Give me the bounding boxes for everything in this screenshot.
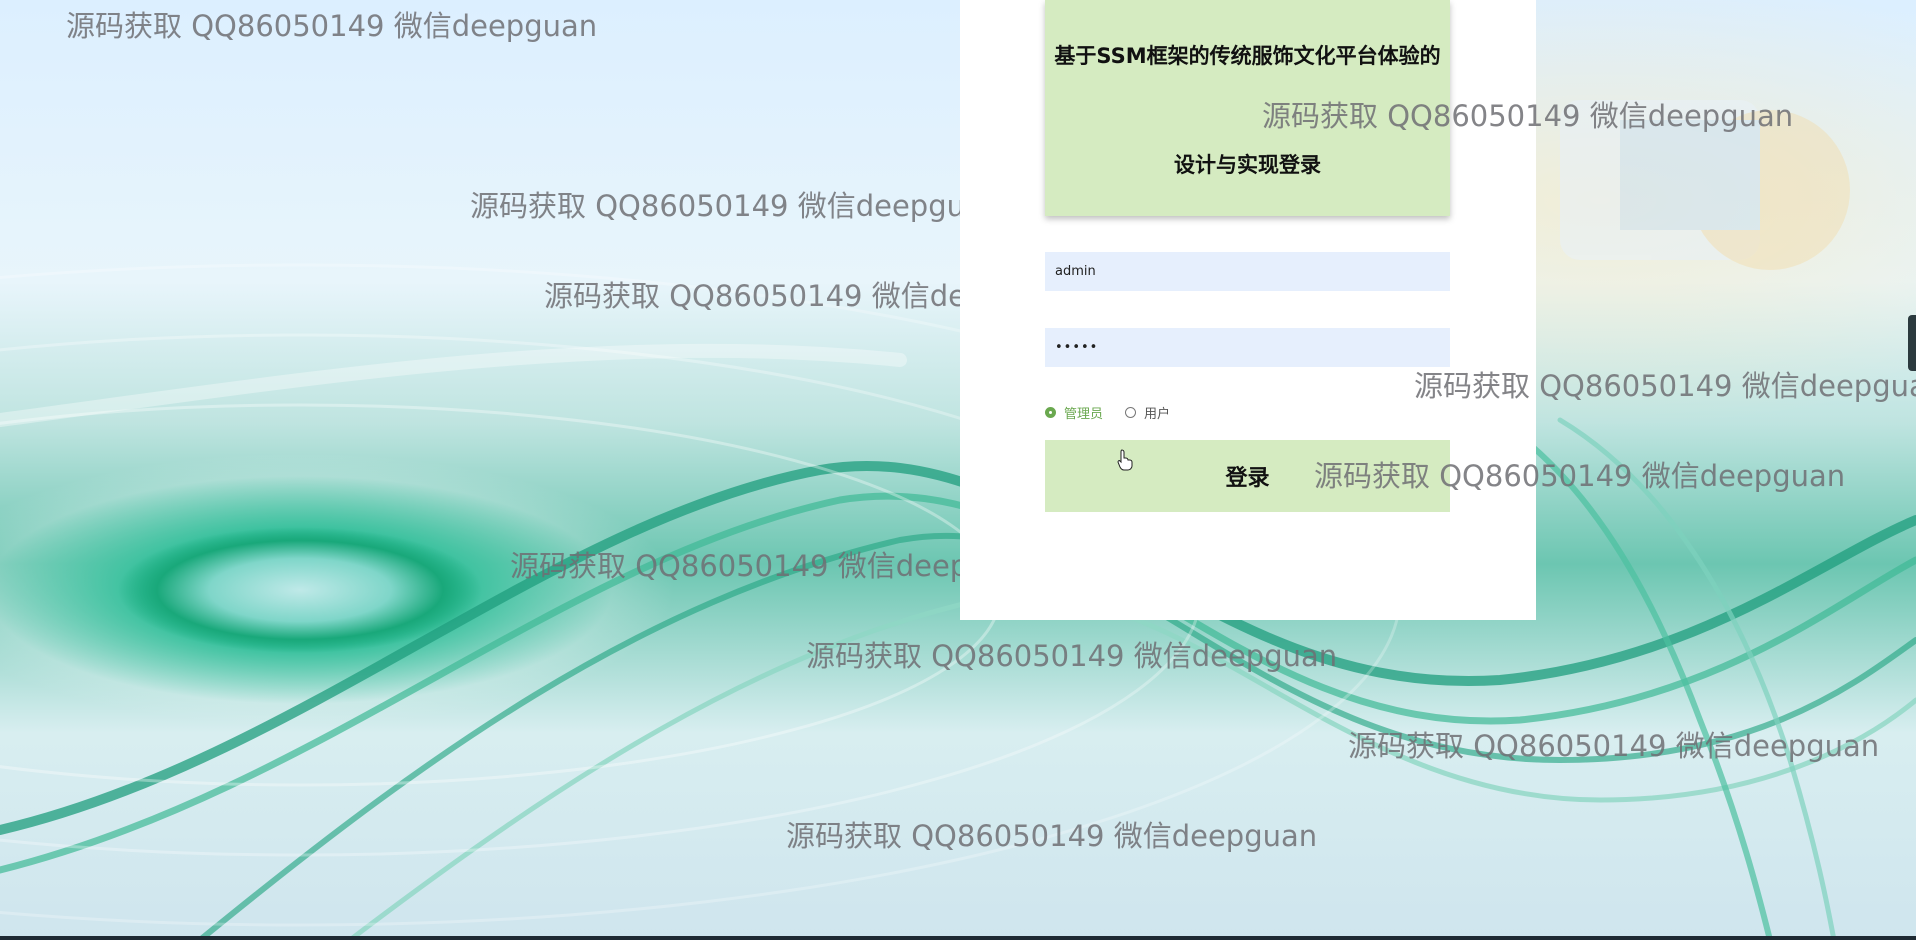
- login-page-background: 源码获取 QQ86050149 微信deepguan 源码获取 QQ860501…: [0, 0, 1916, 940]
- watermark-text: 源码获取 QQ86050149 微信deepguan: [1348, 729, 1880, 763]
- hand-cursor-icon: [1117, 449, 1133, 471]
- taskbar-strip: [0, 936, 1916, 940]
- watermark-text: 源码获取 QQ86050149 微信deepguan: [470, 189, 1002, 223]
- login-title-line-1: 基于SSM框架的传统服饰文化平台体验的: [1054, 44, 1441, 68]
- role-radio-user[interactable]: 用户: [1125, 403, 1170, 422]
- role-radio-label: 用户: [1144, 407, 1171, 422]
- watermark-text: 源码获取 QQ86050149 微信deepguan: [66, 9, 598, 43]
- watermark-text: 源码获取 QQ86050149 微信deepguan: [1314, 459, 1846, 493]
- role-radio-group: 管理员 用户: [1045, 403, 1170, 422]
- watermark-text: 源码获取 QQ86050149 微信deepguan: [1414, 369, 1916, 403]
- watermark-text: 源码获取 QQ86050149 微信deepguan: [786, 819, 1318, 853]
- watermark-text: 源码获取 QQ86050149 微信deepguan: [1262, 99, 1794, 133]
- role-radio-admin[interactable]: 管理员: [1045, 403, 1103, 422]
- radio-unchecked-icon: [1125, 407, 1137, 418]
- password-input[interactable]: [1045, 328, 1450, 367]
- radio-checked-icon: [1045, 407, 1056, 418]
- scrollbar-handle[interactable]: [1908, 315, 1916, 371]
- login-title-line-2: 设计与实现登录: [1174, 153, 1321, 177]
- username-input[interactable]: [1045, 252, 1450, 291]
- role-radio-label: 管理员: [1064, 407, 1104, 422]
- watermark-text: 源码获取 QQ86050149 微信deepguan: [806, 639, 1338, 673]
